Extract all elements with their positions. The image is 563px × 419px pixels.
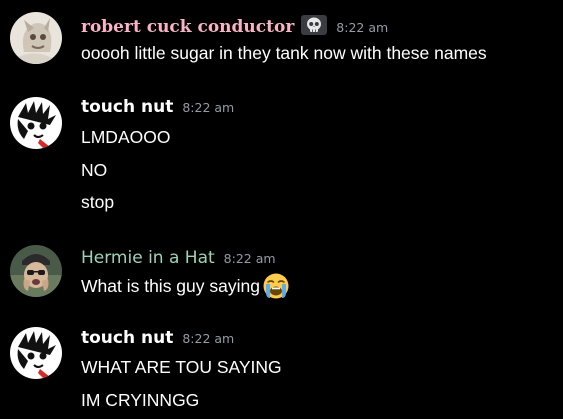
avatar[interactable] [10, 12, 62, 64]
username[interactable]: robert cuck conductor [81, 17, 294, 37]
message-text: NO [81, 160, 108, 180]
message-text: IM CRYINNGG [81, 390, 200, 410]
message-group: Hermie in a Hat 8:22 am What is this guy… [0, 240, 563, 310]
message-text: WHAT ARE TOU SAYING [81, 357, 282, 377]
avatar-image [10, 245, 62, 297]
message-header: robert cuck conductor 8:22 am [81, 12, 388, 37]
message-text: stop [81, 192, 115, 212]
message-text: ooooh little sugar in they tank now with… [81, 43, 487, 63]
message-header: touch nut 8:22 am [81, 328, 234, 348]
avatar[interactable] [10, 245, 62, 297]
timestamp[interactable]: 8:22 am [182, 331, 234, 346]
timestamp[interactable]: 8:22 am [336, 20, 388, 35]
message-text-content: What is this guy saying [81, 276, 260, 296]
username[interactable]: touch nut [81, 97, 173, 117]
timestamp[interactable]: 8:22 am [224, 251, 276, 266]
avatar[interactable] [10, 97, 62, 149]
message-group: robert cuck conductor 8:22 am ooooh litt… [0, 0, 563, 80]
message-group: touch nut 8:22 am WHAT ARE TOU SAYING IM… [0, 320, 563, 419]
avatar-image [10, 97, 62, 149]
message-header: touch nut 8:22 am [81, 97, 234, 117]
username[interactable]: Hermie in a Hat [81, 248, 215, 268]
skull-icon [301, 15, 328, 35]
avatar-image [10, 327, 62, 379]
username[interactable]: touch nut [81, 328, 173, 348]
avatar-image [10, 12, 62, 64]
message-text: What is this guy saying [81, 272, 290, 300]
message-group: touch nut 8:22 am LMDAOOO NO stop [0, 90, 563, 220]
loudly-crying-face-icon[interactable] [262, 272, 290, 300]
avatar[interactable] [10, 327, 62, 379]
message-text: LMDAOOO [81, 127, 171, 147]
message-header: Hermie in a Hat 8:22 am [81, 248, 276, 268]
timestamp[interactable]: 8:22 am [182, 100, 234, 115]
